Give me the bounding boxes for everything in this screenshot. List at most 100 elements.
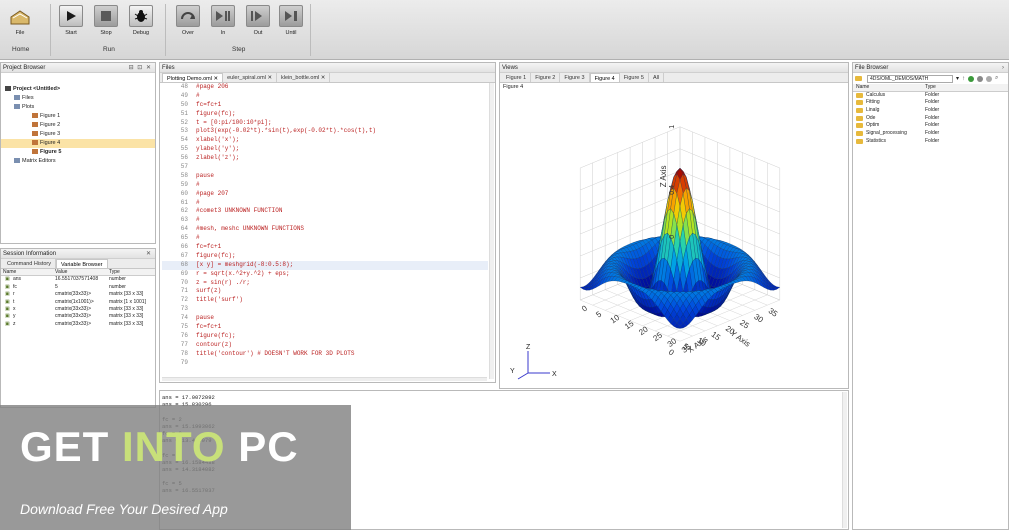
code-text: # (196, 180, 200, 188)
close-icon[interactable]: ✕ (213, 76, 218, 82)
tab-figure[interactable]: Figure 1 (502, 73, 532, 82)
panel-controls-icon[interactable]: › (1002, 63, 1005, 73)
step-until-button[interactable]: Until (276, 5, 306, 36)
table-row[interactable]: ▣ y cmatrix(33x33)> matrix [33 x 33] (1, 313, 155, 320)
figure-tabs: Figure 1 Figure 2 Figure 3 Figure 4 Figure 5… (500, 73, 848, 83)
code-line: 69 r = sqrt(x.^2+y.^2) + eps; (162, 270, 488, 279)
panel-controls-icon[interactable]: ⊟ ⊡ ✕ (129, 63, 152, 73)
figure-label: Figure 4 (503, 84, 524, 90)
file-type: Folder (925, 107, 940, 114)
y-axis-label: Y Axis (729, 329, 752, 349)
list-item[interactable]: Linalg Folder (853, 107, 1008, 115)
variable-name: fc (13, 283, 17, 290)
editor-scrollbar[interactable] (489, 83, 494, 379)
tab-plotting-demo[interactable]: Plotting Demo.oml ✕ (162, 73, 224, 82)
tab-command-history[interactable]: Command History (3, 259, 57, 268)
code-text: title('contour') # DOESN'T WORK FOR 3D P… (196, 349, 355, 357)
list-item[interactable]: Statistics Folder (853, 138, 1008, 146)
code-line: 78 title('contour') # DOESN'T WORK FOR 3D… (162, 350, 488, 359)
tab-euler-spiral[interactable]: euler_spiral.oml ✕ (223, 73, 278, 82)
line-number: 73 (180, 305, 188, 313)
up-arrow-icon[interactable]: ↑ (962, 76, 965, 82)
surface-plot[interactable]: 05 10 15 20 25 30 353530252015105000.41X Axis Y… (500, 93, 848, 389)
path-dropdown[interactable]: 4DS/OML_DEMOS/MATH (867, 74, 953, 83)
editor-hscrollbar[interactable] (162, 377, 487, 381)
tree-item[interactable]: Figure 4 (1, 139, 155, 148)
table-row[interactable]: ▣ fc 5 number (1, 284, 155, 291)
table-row[interactable]: ▣ ans 16.5517037571408 number (1, 276, 155, 283)
tree-item-label: Figure 3 (40, 131, 61, 137)
tree-item[interactable]: Matrix Editors (1, 157, 155, 166)
step-over-button[interactable]: Over (173, 5, 203, 36)
stop-button[interactable]: Stop (91, 5, 121, 36)
console-scrollbar[interactable] (842, 392, 847, 528)
step-in-button[interactable]: In (208, 5, 238, 36)
table-row[interactable]: ▣ x cmatrix(33x33)> matrix [33 x 33] (1, 306, 155, 313)
list-item[interactable]: Ode Folder (853, 115, 1008, 123)
z-tick-label: 0 (669, 235, 676, 239)
play-icon (59, 5, 83, 27)
list-item[interactable]: Optim Folder (853, 122, 1008, 130)
file-type: Folder (925, 137, 940, 144)
file-button[interactable]: File (5, 5, 35, 36)
list-item[interactable]: Signal_processing Folder (853, 130, 1008, 138)
chevron-down-icon[interactable]: ▾ (956, 75, 959, 82)
tree-item[interactable]: Plots (1, 103, 155, 112)
tab-figure[interactable]: Figure 3 (560, 73, 590, 82)
tree-item[interactable]: Figure 1 (1, 112, 155, 121)
start-button[interactable]: Start (56, 5, 86, 36)
variable-value: cmatrix(1x1001)> (55, 298, 94, 305)
tab-figure[interactable]: All (649, 73, 665, 82)
variable-type: number (109, 276, 126, 283)
code-text: fc=fc+1 (196, 100, 222, 108)
tab-figure[interactable]: Figure 4 (589, 73, 620, 82)
code-line: 48 #page 206 (162, 83, 488, 92)
table-row[interactable]: ▣ r cmatrix(33x33)> matrix [33 x 33] (1, 291, 155, 298)
code-editor[interactable]: 48 #page 206 49 #50 fc=fc+1 51 figure(fc); 52 t … (162, 83, 488, 372)
code-line: 62 #comet3 UNKNOWN FUNCTION (162, 207, 488, 216)
step-out-button[interactable]: Out (243, 5, 273, 36)
tab-figure[interactable]: Figure 5 (620, 73, 649, 82)
tab-figure[interactable]: Figure 2 (531, 73, 561, 82)
code-text: z = sin(r) ./r; (196, 278, 251, 286)
line-number: 50 (180, 100, 188, 108)
file-type: Folder (925, 122, 940, 129)
tree-item[interactable]: Files (1, 94, 155, 103)
variable-type: matrix [33 x 33] (109, 291, 144, 298)
panel-title: Project Browser ⊟ ⊡ ✕ (1, 63, 155, 73)
editor-tabs: Plotting Demo.oml ✕ euler_spiral.oml ✕ k… (160, 73, 495, 83)
tree-item[interactable]: Project <Untitled> (1, 85, 155, 94)
close-icon[interactable]: ✕ (267, 75, 272, 81)
list-item[interactable]: Fitting Folder (853, 99, 1008, 107)
variable-type: matrix [33 x 33] (109, 305, 144, 312)
list-item[interactable]: Calculus Folder (853, 92, 1008, 100)
tab-klein-bottle[interactable]: klein_bottle.oml ✕ (277, 73, 331, 82)
go-icon[interactable] (968, 75, 975, 82)
tree-item[interactable]: Figure 5 (1, 148, 155, 157)
code-line: 79 (162, 359, 488, 368)
table-row[interactable]: ▣ t cmatrix(1x1001)> matrix [1 x 1001] (1, 299, 155, 306)
line-number: 74 (180, 314, 188, 322)
close-icon[interactable]: ✕ (146, 249, 152, 259)
tree-item[interactable]: Figure 3 (1, 130, 155, 139)
close-icon[interactable]: ✕ (321, 75, 326, 81)
refresh-icon[interactable] (986, 75, 993, 82)
x-tick-label: 20 (637, 324, 650, 337)
session-information-panel: Session Information ✕ Command History Va… (0, 248, 156, 408)
tree-item[interactable]: Figure 2 (1, 121, 155, 130)
search-icon[interactable]: ⌕ (995, 75, 998, 82)
code-line: 75 fc=fc+1 (162, 323, 488, 332)
variable-type: matrix [33 x 33] (109, 313, 144, 320)
tree-node-icon (5, 86, 11, 92)
code-line: 71 surf(z) (162, 287, 488, 296)
file-list: Calculus Folder Fitting Folder Linalg Folder O… (853, 92, 1008, 146)
group-label-home: Home (12, 46, 30, 53)
panel-title: Session Information ✕ (1, 249, 155, 259)
settings-icon[interactable] (977, 75, 984, 82)
debug-button[interactable]: Debug (126, 5, 156, 36)
file-icon (8, 5, 32, 27)
line-number: 78 (180, 349, 188, 357)
table-row[interactable]: ▣ z cmatrix(33x33)> matrix [33 x 33] (1, 321, 155, 328)
code-text: pause (196, 171, 215, 179)
tab-variable-browser[interactable]: Variable Browser (56, 259, 108, 268)
